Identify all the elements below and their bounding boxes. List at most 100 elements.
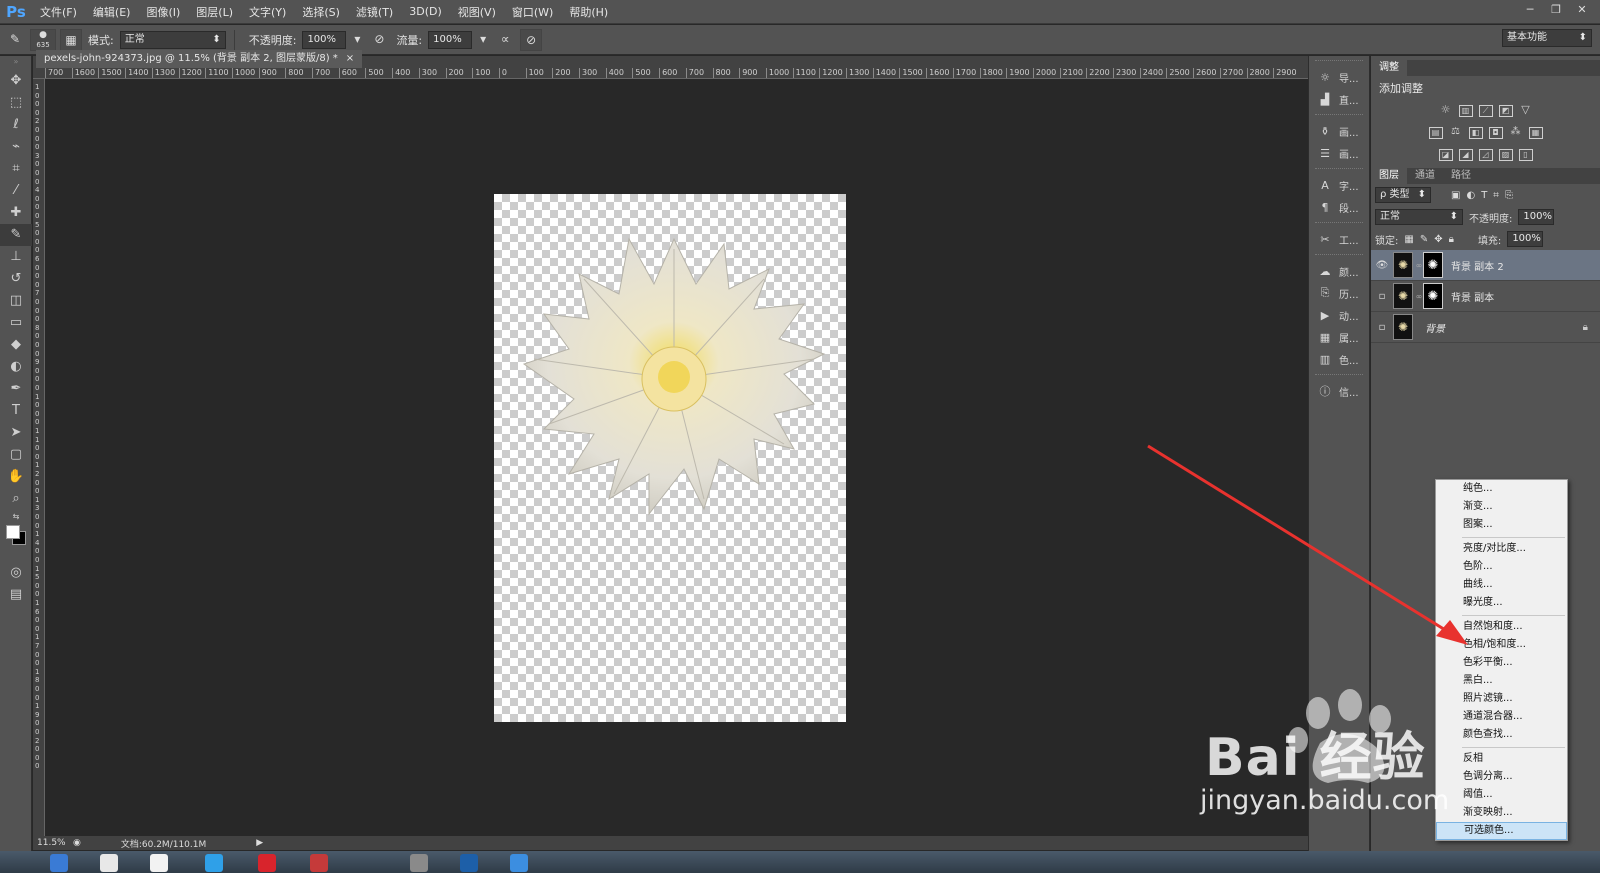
airbrush-icon[interactable]: ∝ [494, 29, 516, 51]
lock-position-icon[interactable]: ✥ [1434, 234, 1442, 245]
dock-color[interactable]: ☁ 颜... [1309, 260, 1369, 282]
color-balance-icon[interactable]: ⚖ [1449, 127, 1463, 139]
opacity-input[interactable]: 100% [302, 30, 347, 49]
blur-tool-icon[interactable]: ◆ [0, 334, 32, 356]
dock-paragraph[interactable]: ¶ 段... [1309, 196, 1369, 218]
dock-history[interactable]: ⎘ 历... [1309, 282, 1369, 304]
posterize-icon[interactable]: ◢ [1458, 149, 1473, 161]
lasso-tool-icon[interactable]: ℓ [0, 114, 32, 136]
dock-histogram[interactable]: ▟ 直... [1309, 88, 1369, 110]
gradient-tool-icon[interactable]: ▭ [0, 312, 32, 334]
brush-size-picker[interactable]: ● 635 [30, 28, 56, 51]
layer-mask-thumbnail[interactable]: ✺ [1423, 252, 1443, 278]
taskbar-app-icon[interactable] [310, 854, 328, 872]
blend-mode-select[interactable]: 正常 ⬍ [1375, 209, 1463, 225]
close-icon[interactable]: × [346, 53, 354, 64]
lock-pixels-icon[interactable]: ✎ [1420, 234, 1428, 245]
filter-shape-icon[interactable]: ⌗ [1493, 190, 1499, 201]
menu-3d[interactable]: 3D(D) [401, 5, 450, 18]
shape-tool-icon[interactable]: ▢ [0, 444, 32, 466]
flow-input[interactable]: 100% [428, 30, 473, 49]
path-select-tool-icon[interactable]: ➤ [0, 422, 32, 444]
eye-icon[interactable]: 👁︎ [1371, 260, 1393, 271]
swap-colors-icon[interactable]: ⇆ [0, 510, 32, 524]
invert-icon[interactable]: ◪ [1438, 149, 1453, 161]
dock-tool-presets[interactable]: ✂ 工... [1309, 228, 1369, 250]
menu-type[interactable]: 文字(Y) [241, 4, 294, 20]
taskbar-app-icon[interactable] [150, 854, 168, 872]
quick-select-tool-icon[interactable]: ⌁ [0, 136, 32, 158]
crop-tool-icon[interactable]: ⌗ [0, 158, 32, 180]
zoom-level[interactable]: 11.5% [33, 838, 73, 848]
menu-select[interactable]: 选择(S) [294, 4, 348, 20]
menu-help[interactable]: 帮助(H) [561, 4, 616, 20]
taskbar-app-icon[interactable] [410, 854, 428, 872]
dock-navigator[interactable]: ☼ 导... [1309, 66, 1369, 88]
link-icon[interactable]: ∞ [1415, 292, 1423, 301]
filter-type-icon[interactable]: T [1481, 190, 1487, 201]
menu-layer[interactable]: 图层(L) [188, 4, 241, 20]
status-menu-arrow-icon[interactable]: ▶ [256, 838, 263, 848]
eraser-tool-icon[interactable]: ◫ [0, 290, 32, 312]
vertical-ruler[interactable]: 1000200030004000500060007000800090001000… [33, 79, 45, 836]
visibility-box[interactable]: ▫ [1371, 322, 1393, 333]
selective-color-icon[interactable]: ▯ [1518, 149, 1533, 161]
taskbar-app-icon[interactable] [510, 854, 528, 872]
pressure-size-icon[interactable]: ⊘ [520, 28, 543, 51]
minimize-button[interactable]: ─ [1518, 2, 1542, 18]
curves-icon[interactable]: ⟋ [1478, 105, 1493, 117]
menu-file[interactable]: 文件(F) [32, 4, 85, 20]
layer-row[interactable]: ▫ ✺ ∞ ✺ 背景 副本 [1371, 281, 1600, 312]
vibrance-icon[interactable]: ▽ [1519, 104, 1533, 117]
menu-filter[interactable]: 滤镜(T) [348, 4, 401, 20]
tab-adjustments[interactable]: 调整 [1371, 60, 1407, 76]
menu-image[interactable]: 图像(I) [138, 4, 188, 20]
quick-mask-icon[interactable]: ◎ [0, 562, 32, 584]
brush-tool-preset-icon[interactable]: ✎ [4, 29, 26, 51]
exposure-icon[interactable]: ◩ [1498, 105, 1513, 117]
brightness-icon[interactable]: ☼ [1439, 104, 1453, 117]
menu-edit[interactable]: 编辑(E) [85, 4, 139, 20]
filter-adjustment-icon[interactable]: ◐ [1466, 190, 1475, 201]
document-tab[interactable]: pexels-john-924373.jpg @ 11.5% (背景 副本 2,… [36, 50, 363, 68]
close-button[interactable]: ✕ [1570, 2, 1594, 18]
type-tool-icon[interactable]: T [0, 400, 32, 422]
layer-row[interactable]: ▫ ✺ 背景 🔒︎ [1371, 312, 1600, 343]
dock-info[interactable]: ⓘ 信... [1309, 380, 1369, 402]
taskbar-app-icon[interactable] [258, 854, 276, 872]
dock-character[interactable]: A 字... [1309, 174, 1369, 196]
dock-actions[interactable]: ▶ 动... [1309, 304, 1369, 326]
taskbar-app-icon[interactable] [50, 854, 68, 872]
foreground-color-swatch[interactable] [6, 525, 20, 539]
tab-paths[interactable]: 路径 [1443, 168, 1479, 184]
black-white-icon[interactable]: ◧ [1468, 127, 1483, 139]
hand-tool-icon[interactable]: ✋ [0, 466, 32, 488]
status-info-icon[interactable]: ◉ [73, 838, 81, 848]
workspace-select[interactable]: 基本功能 ⬍ [1502, 29, 1592, 47]
levels-icon[interactable]: ▥ [1458, 105, 1473, 117]
dock-brush[interactable]: ⚱ 画... [1309, 120, 1369, 142]
threshold-icon[interactable]: ◿ [1478, 149, 1493, 161]
photo-filter-icon[interactable]: ◘ [1488, 127, 1503, 139]
taskbar-app-icon[interactable] [460, 854, 478, 872]
lock-transparency-icon[interactable]: ▦ [1404, 234, 1413, 245]
dock-properties[interactable]: ▦ 属... [1309, 326, 1369, 348]
opacity-dropdown-icon[interactable]: ▾ [350, 29, 364, 51]
mode-select[interactable]: 正常 ⬍ [119, 30, 226, 49]
history-brush-tool-icon[interactable]: ↺ [0, 268, 32, 290]
lock-all-icon[interactable]: 🔒︎ [1449, 234, 1454, 245]
tab-channels[interactable]: 通道 [1407, 168, 1443, 184]
layer-filter-select[interactable]: ρ 类型 ⬍ [1375, 187, 1431, 203]
healing-brush-tool-icon[interactable]: ✚ [0, 202, 32, 224]
screen-mode-icon[interactable]: ▤ [0, 584, 32, 606]
brush-tool-icon[interactable]: ✎ [0, 224, 32, 246]
horizontal-ruler[interactable]: 700 1600 1500 1400 1300 1200 1100 1000 900 800 700… [33, 68, 1308, 79]
move-tool-icon[interactable]: ✥ [0, 70, 32, 92]
clone-stamp-tool-icon[interactable]: ⊥ [0, 246, 32, 268]
hue-saturation-icon[interactable]: ▤ [1428, 127, 1443, 139]
fill-input[interactable]: 100% [1507, 231, 1544, 247]
channel-mixer-icon[interactable]: ⁂ [1509, 127, 1523, 139]
visibility-box[interactable]: ▫ [1371, 291, 1393, 302]
gradient-map-icon[interactable]: ▨ [1498, 149, 1513, 161]
eyedropper-tool-icon[interactable]: ⁄ [0, 180, 32, 202]
